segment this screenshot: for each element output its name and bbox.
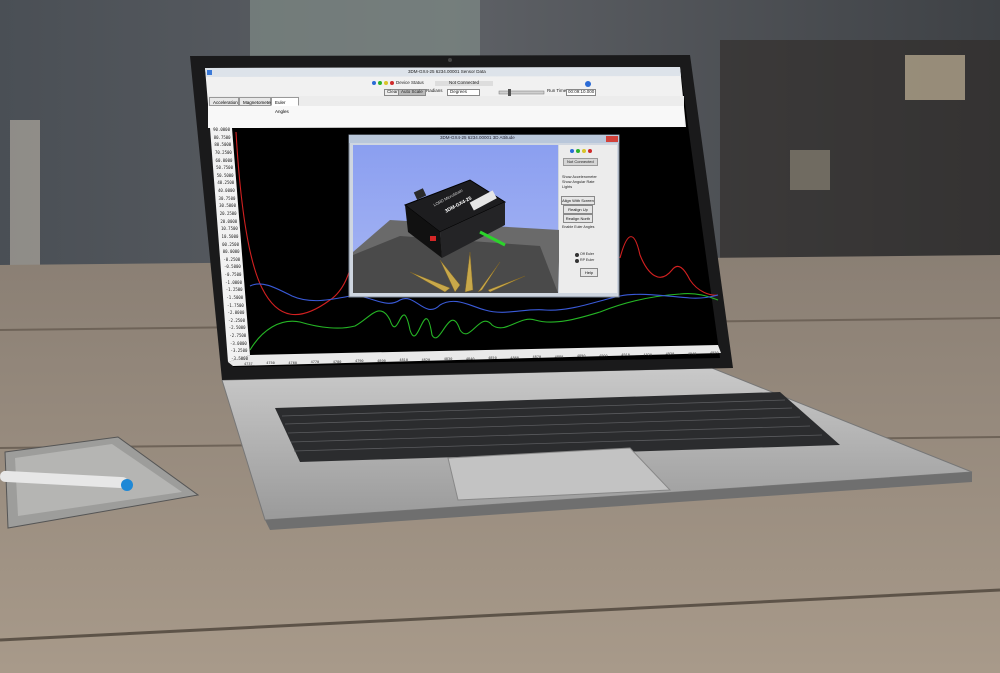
radians-checkbox[interactable]: Radians	[426, 88, 443, 94]
toolbar-dot-red	[390, 81, 394, 85]
status-dot-yellow	[582, 149, 586, 153]
y-tick-label: -0.7500	[224, 272, 242, 278]
sensor-connector-red	[430, 236, 436, 241]
y-tick-label: 00.0000	[222, 249, 240, 255]
x-tick-label: 4920	[643, 352, 653, 357]
background-shelf-item	[790, 150, 830, 190]
toolbar-dot-green	[378, 81, 382, 85]
x-tick-label: 4890	[576, 354, 586, 359]
x-tick-label: 4950	[710, 351, 719, 355]
run-time-slider[interactable]	[498, 90, 545, 95]
radio-off-euler-label: Off Euler	[580, 252, 595, 256]
x-tick-label: 4737	[244, 362, 253, 366]
toolbar-dot-yellow	[384, 81, 388, 85]
background-plant-pot	[10, 120, 40, 270]
x-tick-label: 4760	[288, 360, 298, 365]
y-tick-label: -2.5000	[228, 325, 246, 331]
run-time-label: Run Time	[547, 88, 567, 93]
euler-note: Enable Euler Angles	[562, 225, 595, 229]
y-tick-label: -2.0000	[227, 310, 245, 316]
radio-rp-euler[interactable]	[575, 259, 579, 263]
model-status-value: Not Connected	[563, 158, 598, 166]
pen-tip-accent	[121, 479, 133, 491]
radio-rp-euler-label: RP Euler	[580, 258, 595, 262]
status-dot-green	[576, 149, 580, 153]
toolbar-info-icon[interactable]	[585, 81, 591, 87]
y-tick-label: 80.5000	[214, 142, 232, 148]
tab-magnetometer[interactable]: Magnetometer	[239, 97, 272, 106]
align-with-screen-button[interactable]: Align With Screen	[561, 196, 595, 205]
x-tick-label: 4870	[532, 355, 542, 360]
y-tick-label: 30.5000	[219, 203, 236, 209]
tab-acceleration[interactable]: Acceleration	[209, 97, 239, 106]
x-tick-label: 4830	[443, 357, 453, 362]
x-tick-label: 4880	[554, 354, 564, 359]
status-dot-blue	[570, 149, 574, 153]
x-tick-label: 4840	[465, 356, 475, 361]
y-tick-label: 20.0000	[220, 218, 238, 224]
x-tick-label: 4790	[354, 359, 364, 364]
radio-off-euler[interactable]	[575, 253, 579, 257]
x-tick-label: 4910	[621, 353, 630, 358]
y-tick-label: -3.0000	[229, 340, 247, 346]
x-tick-label: 4900	[599, 353, 608, 358]
x-tick-label: 4810	[399, 358, 408, 363]
toolbar-dot-blue	[372, 81, 376, 85]
y-tick-label: 80.7500	[213, 134, 231, 140]
realign-north-button[interactable]: Realign North	[563, 214, 593, 223]
y-tick-label: 40.2500	[217, 180, 235, 186]
scene	[0, 0, 1000, 673]
y-tick-label: 30.7500	[218, 195, 236, 201]
y-tick-label: -3.5000	[231, 356, 248, 361]
run-time-slider-thumb[interactable]	[508, 89, 511, 96]
tab-euler-angles[interactable]: Euler Angles	[271, 97, 299, 114]
x-tick-label: 4770	[310, 360, 320, 365]
y-tick-label: 40.0000	[217, 188, 235, 194]
window-title: 3DM-GX4-25 6234.00001 Sensor Data	[408, 69, 486, 74]
model-window-close-button[interactable]	[606, 136, 618, 142]
x-tick-label: 4820	[421, 357, 431, 362]
status-dot-red	[588, 149, 592, 153]
device-status-label: Device Status	[396, 80, 424, 85]
y-tick-label: -1.2500	[225, 287, 243, 293]
y-tick-label: -0.5000	[223, 264, 241, 270]
realign-up-button[interactable]: Realign Up	[563, 205, 593, 214]
x-tick-label: 4800	[377, 358, 386, 363]
x-tick-label: 4750	[266, 361, 275, 366]
degrees-select[interactable]: Degrees	[447, 89, 481, 96]
y-tick-label: 90.0000	[213, 127, 230, 132]
help-button[interactable]: Help	[580, 268, 598, 277]
y-tick-label: 50.5000	[216, 172, 234, 178]
model-window-title: 3DM-GX4-25 6234.00001 3D Attitude	[440, 135, 515, 140]
y-tick-label: -1.5000	[226, 294, 244, 300]
y-tick-label: 50.7500	[216, 165, 233, 171]
run-time-value: 00:09:10.000	[566, 89, 597, 96]
y-tick-label: 00.2500	[222, 241, 239, 247]
y-tick-label: -1.0000	[225, 279, 242, 285]
y-tick-label: -2.2500	[228, 317, 245, 323]
auto-scale-button[interactable]: Auto Scale	[398, 89, 426, 96]
y-tick-label: -1.7500	[226, 302, 244, 308]
y-tick-label: -3.2500	[230, 348, 248, 354]
y-tick-label: -2.7500	[229, 333, 247, 339]
webcam	[448, 58, 452, 62]
y-tick-label: 20.2500	[219, 210, 237, 216]
checkbox-lights[interactable]: Lights	[562, 185, 572, 190]
x-tick-label: 4850	[488, 356, 497, 361]
y-tick-label: 10.5000	[221, 233, 239, 239]
y-tick-label: 60.0000	[215, 157, 233, 163]
background-shelf-item	[905, 55, 965, 100]
app-icon	[207, 70, 212, 75]
x-tick-label: 4860	[510, 355, 519, 360]
y-tick-label: -0.2500	[223, 256, 241, 262]
x-tick-label: 4780	[332, 359, 342, 364]
y-tick-label: 10.7500	[220, 226, 238, 232]
y-tick-label: 70.2500	[214, 149, 232, 155]
device-status-value: Not Connected	[435, 80, 494, 86]
x-tick-label: 4930	[665, 352, 675, 357]
x-tick-label: 4940	[687, 351, 697, 356]
